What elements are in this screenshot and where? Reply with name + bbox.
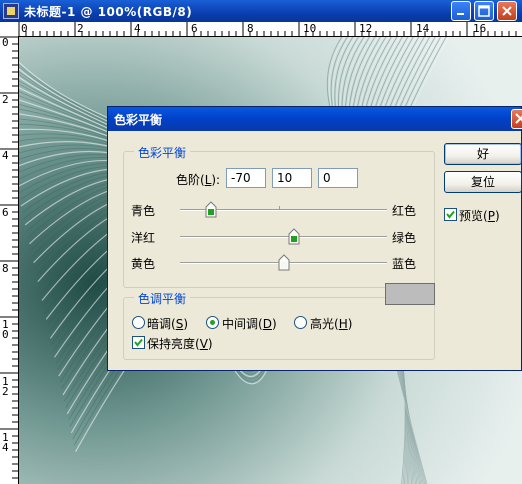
- preview-label: 预览(P): [459, 209, 500, 223]
- maximize-button[interactable]: [474, 1, 494, 21]
- minimize-button[interactable]: [451, 1, 471, 21]
- highlights-radio[interactable]: [294, 316, 307, 329]
- cyan-red-level-input[interactable]: -70: [226, 168, 266, 188]
- ruler-number: 2: [2, 385, 9, 398]
- window-title: 未标题-1 @ 100%(RGB/8): [24, 5, 193, 19]
- levels-label: 色阶(L):: [176, 173, 221, 187]
- dialog-close-button[interactable]: [511, 109, 522, 129]
- checkmark-icon: [446, 210, 455, 219]
- yellow-blue-slider-thumb[interactable]: [278, 254, 290, 271]
- close-window-button[interactable]: [497, 1, 517, 21]
- magenta-green-level-input[interactable]: 10: [272, 168, 312, 188]
- color-balance-group: 色彩平衡 色阶(L): -70 10 0 青色 红色 洋红 绿色 黄色 蓝色: [123, 144, 435, 288]
- slider-left-label: 青色: [131, 204, 156, 218]
- ruler-number: 0: [21, 22, 28, 35]
- ruler-number: 2: [2, 93, 9, 106]
- ruler-number: 0: [2, 328, 9, 341]
- ok-button[interactable]: 好: [444, 143, 522, 165]
- ruler-number: 8: [247, 22, 254, 35]
- ruler-number: 4: [2, 149, 9, 162]
- slider-right-label: 绿色: [392, 231, 417, 245]
- window-titlebar: 未标题-1 @ 100%(RGB/8): [0, 0, 522, 22]
- maximize-icon: [478, 5, 490, 17]
- magenta-green-slider-track[interactable]: [180, 236, 387, 238]
- tone-balance-group: 色调平衡 暗调(S) 中间调(D) 高光(H) 保持亮度(V): [123, 290, 435, 360]
- group-label: 色彩平衡: [134, 144, 191, 161]
- slider-left-label: 黄色: [131, 257, 156, 271]
- slider-right-label: 蓝色: [392, 257, 417, 271]
- color-preview-swatch: [385, 283, 435, 305]
- color-balance-dialog: 色彩平衡 色彩平衡 色阶(L): -70 10 0 青色 红色 洋红 绿色 黄色…: [107, 106, 522, 371]
- preserve-luminosity-checkbox[interactable]: [132, 336, 145, 349]
- group-label: 色调平衡: [134, 290, 191, 307]
- highlights-label: 高光(H): [310, 317, 353, 331]
- radio-selected-dot: [210, 320, 215, 325]
- ruler-number: 14: [416, 22, 430, 35]
- dialog-title: 色彩平衡: [114, 113, 163, 127]
- slider-left-label: 洋红: [131, 231, 156, 245]
- midtones-radio[interactable]: [206, 316, 219, 329]
- magenta-green-slider-thumb[interactable]: [288, 228, 300, 245]
- photoshop-document-icon: [3, 3, 19, 19]
- ruler-number: 2: [77, 22, 84, 35]
- yellow-blue-level-input[interactable]: 0: [318, 168, 358, 188]
- ruler-number: 8: [2, 262, 9, 275]
- midtones-label: 中间调(D): [222, 317, 277, 331]
- vertical-ruler[interactable]: 0 2 4 6 8 1 0 1 2 1 4: [0, 36, 19, 484]
- ruler-number: 4: [2, 441, 9, 454]
- preserve-luminosity-label: 保持亮度(V): [147, 337, 213, 351]
- slider-right-label: 红色: [392, 204, 417, 218]
- ruler-number: 0: [2, 36, 9, 49]
- ruler-number: 10: [303, 22, 317, 35]
- minimize-icon: [457, 13, 464, 15]
- shadows-radio[interactable]: [132, 316, 145, 329]
- checkmark-icon: [134, 338, 143, 347]
- cyan-red-slider-thumb[interactable]: [205, 201, 217, 218]
- ruler-number: 4: [134, 22, 141, 35]
- preview-checkbox[interactable]: [444, 208, 457, 221]
- close-icon: [515, 113, 522, 124]
- ruler-number: 6: [2, 206, 9, 219]
- reset-button[interactable]: 复位: [444, 171, 522, 193]
- shadows-label: 暗调(S): [147, 317, 188, 331]
- ruler-number: 12: [359, 22, 373, 35]
- slider-center-tick: [279, 206, 280, 210]
- ruler-number: 6: [191, 22, 198, 35]
- close-icon: [502, 6, 512, 16]
- horizontal-ruler[interactable]: 0 2 4 6 8 10 12 14 16: [0, 22, 522, 37]
- dialog-titlebar[interactable]: 色彩平衡: [108, 107, 522, 131]
- ruler-number: 16: [473, 22, 487, 35]
